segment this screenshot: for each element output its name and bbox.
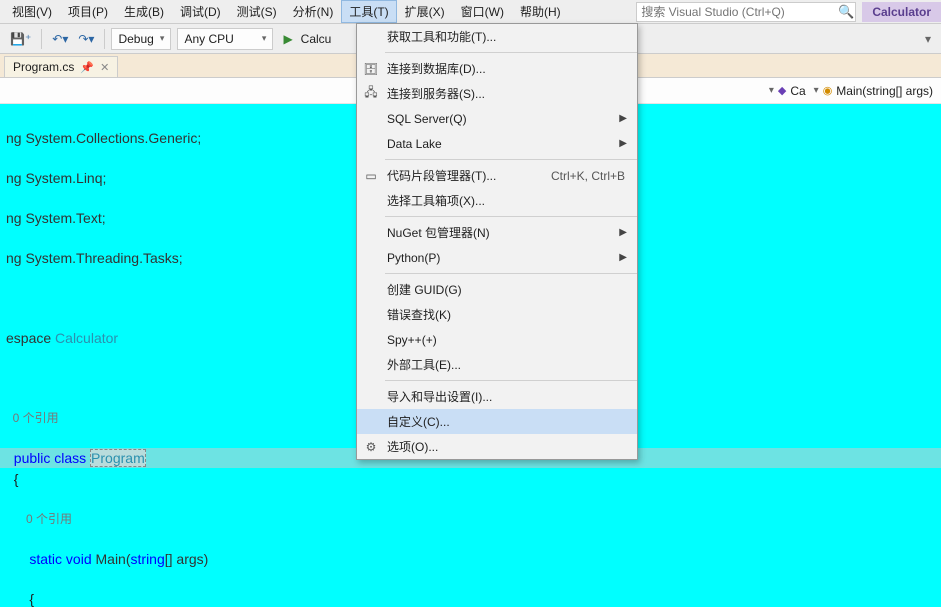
menu-shortcut: Ctrl+K, Ctrl+B [551,169,629,183]
method-icon: ◉ [823,84,833,97]
menu-item-label: 获取工具和功能(T)... [385,28,629,45]
menu-tools[interactable]: 工具(T) [341,0,396,23]
menu-divider [385,273,637,274]
menu-item-label: 导入和导出设置(I)... [385,388,629,405]
menu-item-label: 外部工具(E)... [385,356,629,373]
menu-divider [385,159,637,160]
chevron-down-icon[interactable]: ▾ [769,85,774,96]
menu-item[interactable]: ▭代码片段管理器(T)...Ctrl+K, Ctrl+B [357,163,637,188]
menu-item-label: 错误查找(K) [385,306,629,323]
start-debug-icon[interactable]: ▶ [279,30,296,48]
menu-item[interactable]: 选择工具箱项(X)... [357,188,637,213]
pin-icon[interactable]: 📌 [80,61,94,74]
menu-item-label: 自定义(C)... [385,413,629,430]
menu-window[interactable]: 窗口(W) [453,0,512,23]
menu-item-label: 连接到服务器(S)... [385,85,629,102]
menu-item[interactable]: NuGet 包管理器(N)▶ [357,220,637,245]
menu-item-label: 选项(O)... [385,438,629,455]
class-icon: ◆ [778,84,786,97]
submenu-arrow-icon: ▶ [613,113,629,124]
menu-item[interactable]: ⚙选项(O)... [357,434,637,459]
menu-debug[interactable]: 调试(D) [172,0,229,23]
snippet-icon: ▭ [357,169,385,183]
submenu-arrow-icon: ▶ [613,227,629,238]
submenu-arrow-icon: ▶ [613,252,629,263]
nav-class-label[interactable]: Ca [790,84,805,98]
quick-launch[interactable]: 🔍 [636,2,856,22]
menu-item[interactable]: 外部工具(E)... [357,352,637,377]
submenu-arrow-icon: ▶ [613,138,629,149]
db-icon: 🗄 [357,62,385,76]
tab-label: Program.cs [13,60,74,74]
menu-item-label: Python(P) [385,251,613,265]
menu-item[interactable]: 错误查找(K) [357,302,637,327]
undo-icon[interactable]: ↶▾ [48,30,72,48]
menu-item-label: NuGet 包管理器(N) [385,224,613,241]
tools-menu-popup: 获取工具和功能(T)...🗄连接到数据库(D)...🖧连接到服务器(S)...S… [356,23,638,460]
redo-icon[interactable]: ↷▾ [74,30,98,48]
menu-divider [385,380,637,381]
menu-help[interactable]: 帮助(H) [512,0,569,23]
start-debug-label[interactable]: Calcu [301,32,332,46]
menu-item[interactable]: Spy++(+) [357,327,637,352]
menu-build[interactable]: 生成(B) [116,0,172,23]
menu-item[interactable]: 创建 GUID(G) [357,277,637,302]
menu-project[interactable]: 项目(P) [60,0,116,23]
menu-divider [385,52,637,53]
menu-ext[interactable]: 扩展(X) [397,0,453,23]
toolbar-overflow-icon[interactable]: ▾ [921,30,935,48]
chevron-down-icon[interactable]: ▾ [814,85,819,96]
search-input[interactable] [637,5,837,19]
menu-item-label: 连接到数据库(D)... [385,60,629,77]
menu-test[interactable]: 测试(S) [229,0,285,23]
save-all-icon[interactable]: 💾⁺ [6,30,35,48]
menu-item-label: 选择工具箱项(X)... [385,192,629,209]
menu-item[interactable]: Python(P)▶ [357,245,637,270]
nav-member-label[interactable]: Main(string[] args) [836,84,933,98]
menu-item[interactable]: 导入和导出设置(I)... [357,384,637,409]
menu-item[interactable]: SQL Server(Q)▶ [357,106,637,131]
menu-divider [385,216,637,217]
codelens-references[interactable]: 0 个引用 [0,509,941,529]
platform-combo[interactable]: Any CPU▾ [177,28,273,50]
menu-view[interactable]: 视图(V) [4,0,60,23]
menu-item-label: Data Lake [385,137,613,151]
close-icon[interactable]: ✕ [100,61,109,74]
menu-item[interactable]: Data Lake▶ [357,131,637,156]
menu-item[interactable]: 获取工具和功能(T)... [357,24,637,49]
search-icon[interactable]: 🔍 [837,4,855,20]
menu-item[interactable]: 🖧连接到服务器(S)... [357,81,637,106]
menu-item[interactable]: 自定义(C)... [357,409,637,434]
menu-item-label: 代码片段管理器(T)... [385,167,551,184]
solution-name-badge[interactable]: Calculator [862,2,941,22]
menu-item-label: Spy++(+) [385,333,629,347]
menu-item[interactable]: 🗄连接到数据库(D)... [357,56,637,81]
menu-item-label: SQL Server(Q) [385,112,613,126]
gear-icon: ⚙ [357,440,385,454]
server-icon: 🖧 [357,83,385,104]
tab-program-cs[interactable]: Program.cs 📌 ✕ [4,56,118,77]
menubar: 视图(V) 项目(P) 生成(B) 调试(D) 测试(S) 分析(N) 工具(T… [0,0,941,24]
config-combo[interactable]: Debug▾ [111,28,171,50]
menu-analyze[interactable]: 分析(N) [285,0,342,23]
menu-item-label: 创建 GUID(G) [385,281,629,298]
